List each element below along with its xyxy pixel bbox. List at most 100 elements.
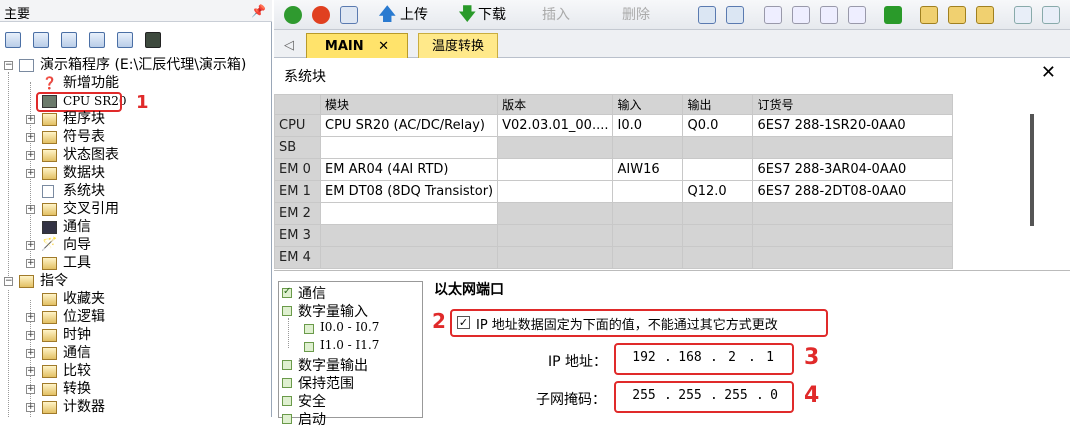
settings-item-startup[interactable]: 启动: [298, 409, 326, 429]
collapse-icon[interactable]: −: [4, 277, 13, 286]
settings-item-digital-output[interactable]: 数字量输出: [298, 355, 368, 375]
settings-item-i1[interactable]: I1.0 - I1.7: [320, 338, 379, 352]
tree-item-communication[interactable]: 通信: [63, 218, 91, 236]
table-cell[interactable]: [319, 224, 499, 247]
checkbox-icon[interactable]: [304, 324, 314, 334]
table-cell[interactable]: [319, 136, 499, 159]
view-icon-1[interactable]: [5, 32, 21, 48]
tree-item-new-features[interactable]: 新增功能: [63, 74, 119, 92]
checkbox-icon[interactable]: [282, 306, 292, 316]
pin-icon[interactable]: 📌: [251, 4, 266, 18]
table-row[interactable]: CPU CPU SR20 (AC/DC/Relay) V02.03.01_00.…: [274, 114, 954, 137]
stop-icon[interactable]: [312, 6, 330, 24]
settings-item-retentive[interactable]: 保持范围: [298, 373, 354, 393]
view-icon-5[interactable]: [117, 32, 133, 48]
tree-item-clock[interactable]: 时钟: [63, 326, 91, 344]
table-row[interactable]: EM 2: [274, 202, 954, 225]
tool-icon-3[interactable]: [820, 6, 838, 24]
table-row[interactable]: EM 3: [274, 224, 954, 247]
subnet-mask-input[interactable]: 255 . 255 . 255 . 0: [620, 386, 788, 408]
tab-close-icon[interactable]: ✕: [378, 39, 389, 54]
tree-item-counter[interactable]: 计数器: [63, 398, 105, 416]
table-cell[interactable]: [319, 202, 499, 225]
tool-icon-4[interactable]: [848, 6, 866, 24]
tree-item-bit-logic[interactable]: 位逻辑: [63, 308, 105, 326]
table-scrollbar[interactable]: [1030, 114, 1034, 226]
expand-icon[interactable]: +: [26, 259, 35, 268]
tree-item-convert[interactable]: 转换: [63, 380, 91, 398]
tool-icon-1[interactable]: [764, 6, 782, 24]
tree-item-instructions[interactable]: 指令: [40, 272, 68, 290]
tree-item-favorites[interactable]: 收藏夹: [63, 290, 105, 308]
table-cell[interactable]: CPU SR20 (AC/DC/Relay): [319, 114, 499, 137]
view-icon-3[interactable]: [61, 32, 77, 48]
lock-all-icon[interactable]: [976, 6, 994, 24]
checkbox-icon[interactable]: [282, 396, 292, 406]
tab-scroll-left-icon[interactable]: ◁: [282, 33, 296, 58]
expand-icon[interactable]: +: [26, 349, 35, 358]
expand-icon[interactable]: +: [26, 205, 35, 214]
checkbox-icon[interactable]: [282, 414, 292, 424]
fixed-ip-checkbox[interactable]: ✓: [457, 316, 470, 329]
checkbox-icon[interactable]: [282, 360, 292, 370]
expand-icon[interactable]: +: [26, 115, 35, 124]
tree-item-program-block[interactable]: 程序块: [63, 110, 105, 128]
download-button[interactable]: 下载: [478, 5, 506, 25]
plc-icon[interactable]: [145, 32, 161, 48]
tree-item-compare[interactable]: 比较: [63, 362, 91, 380]
settings-item-i0[interactable]: I0.0 - I0.7: [320, 320, 379, 334]
lock-icon[interactable]: [920, 6, 938, 24]
expand-icon[interactable]: +: [26, 313, 35, 322]
expand-icon[interactable]: +: [26, 385, 35, 394]
checkbox-icon[interactable]: [282, 286, 292, 298]
expand-icon[interactable]: +: [26, 241, 35, 250]
compile-icon[interactable]: [340, 6, 358, 24]
insert-button[interactable]: 插入: [542, 5, 570, 25]
checkbox-icon[interactable]: [282, 378, 292, 388]
goto-icon[interactable]: [884, 6, 902, 24]
settings-item-digital-input[interactable]: 数字量输入: [298, 301, 368, 321]
tree-item-wizard[interactable]: 向导: [63, 236, 91, 254]
tab-temp-convert[interactable]: 温度转换: [418, 33, 498, 58]
view-icon-2[interactable]: [33, 32, 49, 48]
delete-button[interactable]: 删除: [622, 5, 650, 25]
expand-icon[interactable]: +: [26, 133, 35, 142]
tool-icon-2[interactable]: [792, 6, 810, 24]
settings-item-security[interactable]: 安全: [298, 391, 326, 411]
expand-icon[interactable]: +: [26, 367, 35, 376]
tree-item-status-chart[interactable]: 状态图表: [63, 146, 119, 164]
network-icon[interactable]: [698, 6, 716, 24]
tree-item-data-block[interactable]: 数据块: [63, 164, 105, 182]
close-icon[interactable]: ✕: [1041, 62, 1056, 83]
tree-item-communication-instr[interactable]: 通信: [63, 344, 91, 362]
table-row[interactable]: EM 4: [274, 246, 954, 269]
branch-icon[interactable]: [1014, 6, 1032, 24]
expand-icon[interactable]: +: [26, 403, 35, 412]
table-row[interactable]: EM 0 EM AR04 (4AI RTD) AIW16 6ES7 288-3A…: [274, 158, 954, 181]
expand-icon[interactable]: +: [26, 331, 35, 340]
tree-item-cross-reference[interactable]: 交叉引用: [63, 200, 119, 218]
network-icon-2[interactable]: [726, 6, 744, 24]
table-header: 版本: [497, 94, 614, 115]
table-cell[interactable]: EM DT08 (8DQ Transistor): [319, 180, 499, 203]
tab-main[interactable]: MAIN ✕: [306, 33, 408, 58]
tree-item-system-block[interactable]: 系统块: [63, 182, 105, 200]
table-cell[interactable]: [319, 246, 499, 269]
unlock-icon[interactable]: [948, 6, 966, 24]
tree-item-tools[interactable]: 工具: [63, 254, 91, 272]
line-icon[interactable]: [1042, 6, 1060, 24]
ip-address-input[interactable]: 192 . 168 . 2 . 1: [620, 348, 788, 370]
run-icon[interactable]: [284, 6, 302, 24]
checkbox-icon[interactable]: [304, 342, 314, 352]
view-icon-4[interactable]: [89, 32, 105, 48]
expand-icon[interactable]: +: [26, 169, 35, 178]
expand-icon[interactable]: +: [26, 151, 35, 160]
tree-item-project[interactable]: 演示箱程序 (E:\汇辰代理\演示箱): [40, 56, 246, 74]
table-row[interactable]: EM 1 EM DT08 (8DQ Transistor) Q12.0 6ES7…: [274, 180, 954, 203]
tree-item-symbol-table[interactable]: 符号表: [63, 128, 105, 146]
table-row[interactable]: SB: [274, 136, 954, 159]
upload-button[interactable]: 上传: [400, 5, 428, 25]
settings-item-communication[interactable]: 通信: [298, 283, 326, 303]
table-cell[interactable]: EM AR04 (4AI RTD): [319, 158, 499, 181]
collapse-icon[interactable]: −: [4, 61, 13, 70]
